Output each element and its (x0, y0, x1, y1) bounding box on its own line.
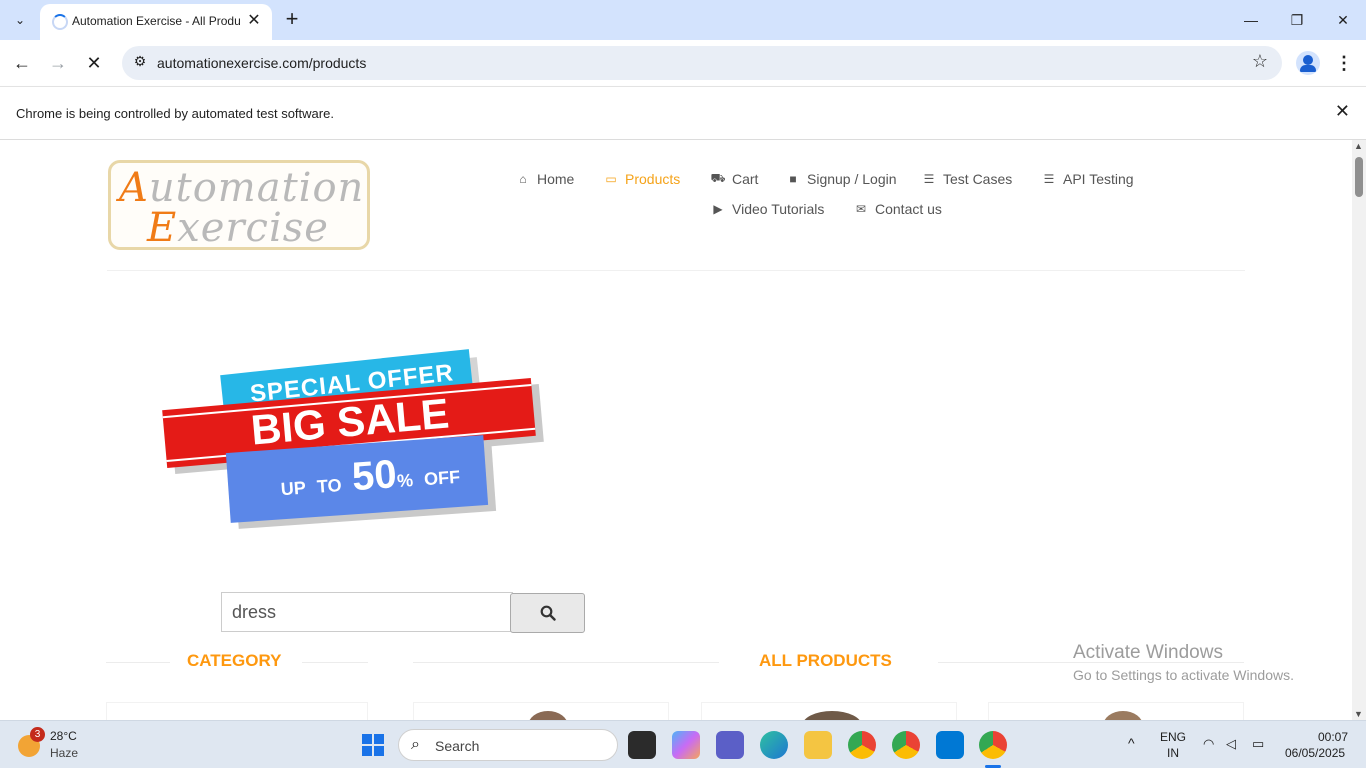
page-scrollbar[interactable]: ▲ ▼ (1352, 140, 1366, 720)
vscode-icon[interactable] (936, 731, 964, 759)
chrome-active-icon[interactable] (979, 731, 1007, 759)
envelope-icon: ✉ (855, 202, 867, 216)
infobar-message: Chrome is being controlled by automated … (16, 106, 334, 121)
url-text[interactable]: automationexercise.com/products (157, 55, 366, 71)
edge-icon[interactable] (760, 731, 788, 759)
category-line-left (106, 662, 170, 663)
restore-button[interactable]: ❐ (1274, 0, 1320, 40)
chrome-icon[interactable] (848, 731, 876, 759)
search-submit-button[interactable] (510, 593, 585, 633)
header-divider (107, 270, 1245, 271)
tab-search-icon[interactable]: ⌄ (6, 6, 34, 34)
new-tab-button[interactable]: + (280, 8, 304, 32)
windows-start-icon[interactable] (362, 734, 384, 756)
window-close-button[interactable]: ✕ (1320, 0, 1366, 40)
site-info-icon[interactable]: ⚙ (130, 53, 150, 73)
teams-icon[interactable] (716, 731, 744, 759)
clock-date[interactable]: 06/05/2025 (1285, 746, 1345, 760)
product-image (802, 711, 862, 720)
product-image (528, 711, 568, 720)
search-icon (540, 605, 556, 621)
automation-infobar: Chrome is being controlled by automated … (0, 86, 1366, 140)
tab-close-icon[interactable]: ✕ (244, 11, 264, 31)
page-content: Automation Exercise ⌂ Home ▭ Products ⛟ Car… (0, 140, 1352, 720)
wifi-icon[interactable]: ◠ (1203, 736, 1214, 752)
search-product-input[interactable] (221, 592, 513, 632)
search-icon: ⌕ (411, 736, 420, 753)
taskbar-search[interactable]: ⌕ Search (398, 729, 618, 761)
product-image (1103, 711, 1143, 720)
nav-contact-us[interactable]: ✉ Contact us (853, 201, 942, 217)
category-line-right (302, 662, 368, 663)
windows-taskbar: 3 28°C Haze ⌕ Search ^ ENG IN ◠ ◁ ▭ 00:0… (0, 720, 1366, 768)
clock-time[interactable]: 00:07 (1318, 730, 1348, 744)
product-card[interactable] (701, 702, 957, 720)
nav-api-testing[interactable]: ☰ API Testing (1041, 171, 1134, 187)
products-line-left (413, 662, 719, 663)
taskbar-search-label: Search (435, 738, 480, 754)
product-card[interactable] (988, 702, 1244, 720)
site-logo[interactable]: Automation Exercise (108, 160, 370, 251)
scrollbar-thumb[interactable] (1355, 157, 1363, 197)
lock-icon: ■ (789, 172, 797, 186)
list-icon: ☰ (1043, 172, 1055, 186)
language-region[interactable]: IN (1167, 746, 1179, 760)
file-explorer-icon[interactable] (804, 731, 832, 759)
weather-condition[interactable]: Haze (50, 746, 78, 760)
nav-video-tutorials[interactable]: ▶ Video Tutorials (710, 201, 824, 217)
activate-windows-watermark: Activate Windows Go to Settings to activ… (1073, 642, 1294, 683)
chrome-profile-icon[interactable] (892, 731, 920, 759)
nav-signup-login[interactable]: ■ Signup / Login (785, 171, 896, 187)
nav-test-cases[interactable]: ☰ Test Cases (921, 171, 1013, 187)
profile-avatar-icon[interactable] (1296, 51, 1320, 75)
loading-spinner-icon (52, 14, 68, 30)
task-view-icon[interactable] (628, 731, 656, 759)
browser-tab[interactable]: Automation Exercise - All Produ ✕ (40, 4, 272, 40)
product-card[interactable] (413, 702, 669, 720)
briefcase-icon: ▭ (605, 172, 617, 186)
tab-strip: ⌄ Automation Exercise - All Produ ✕ + — … (0, 0, 1366, 40)
list-icon: ☰ (923, 172, 935, 186)
forward-button[interactable]: → (43, 48, 73, 78)
minimize-button[interactable]: — (1228, 0, 1274, 40)
notification-badge: 3 (30, 727, 45, 742)
browser-menu-icon[interactable]: ⋮ (1334, 52, 1354, 74)
sale-banner-image: SPECIAL OFFER BIG SALE UP TO 50% OFF (160, 349, 560, 530)
cart-icon: ⛟ (710, 171, 726, 185)
logo-line-2: Exercise (147, 205, 329, 251)
back-button[interactable]: ← (7, 48, 37, 78)
volume-icon[interactable]: ◁ (1226, 736, 1236, 752)
nav-products[interactable]: ▭ Products (603, 171, 680, 187)
scroll-down-icon[interactable]: ▼ (1354, 709, 1363, 719)
infobar-close-icon[interactable]: ✕ (1335, 101, 1350, 122)
bookmark-star-icon[interactable]: ☆ (1252, 51, 1268, 72)
home-icon: ⌂ (519, 172, 527, 186)
battery-icon[interactable]: ▭ (1252, 736, 1264, 752)
browser-toolbar: ← → ✕ ⚙ automationexercise.com/products … (0, 40, 1366, 86)
copilot-icon[interactable] (672, 731, 700, 759)
weather-temp[interactable]: 28°C (50, 729, 77, 743)
tray-chevron-icon[interactable]: ^ (1128, 735, 1135, 751)
stop-loading-button[interactable]: ✕ (79, 48, 109, 78)
nav-home[interactable]: ⌂ Home (515, 171, 574, 187)
youtube-icon: ▶ (713, 202, 723, 216)
nav-cart[interactable]: ⛟ Cart (710, 171, 758, 187)
scroll-up-icon[interactable]: ▲ (1354, 141, 1363, 151)
category-title: CATEGORY (187, 651, 282, 670)
tab-title: Automation Exercise - All Produ (72, 14, 240, 28)
language-code[interactable]: ENG (1160, 730, 1186, 744)
all-products-title: ALL PRODUCTS (759, 651, 892, 670)
category-panel (106, 702, 368, 720)
address-bar[interactable]: ⚙ automationexercise.com/products ☆ (122, 46, 1282, 80)
